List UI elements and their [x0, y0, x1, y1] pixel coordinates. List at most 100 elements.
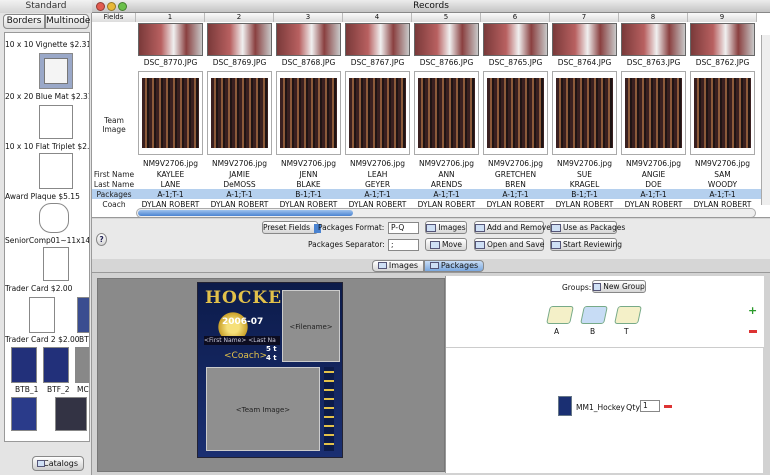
template-thumbnail[interactable]: [43, 247, 69, 281]
team-photo[interactable]: [276, 71, 341, 155]
template-thumbnail[interactable]: [29, 297, 55, 333]
player-photo[interactable]: [276, 23, 341, 56]
new-group-button[interactable]: New Group: [592, 280, 646, 293]
template-thumbnail[interactable]: [11, 347, 37, 383]
template-item[interactable]: MC: [77, 385, 89, 394]
team-photo[interactable]: [552, 71, 617, 155]
open-save-button[interactable]: Open and Save: [474, 238, 544, 251]
last-name-cell[interactable]: LANE: [136, 180, 205, 189]
first-name-cell[interactable]: KAYLEE: [136, 170, 205, 179]
first-name-cell[interactable]: JENN: [274, 170, 343, 179]
fields-header[interactable]: Fields: [92, 13, 136, 22]
template-thumbnail[interactable]: [39, 105, 73, 139]
team-photo[interactable]: [207, 71, 272, 155]
catalogs-button[interactable]: Catalogs: [32, 456, 84, 471]
template-thumbnail[interactable]: [39, 53, 73, 89]
records-grid[interactable]: Fields 123456789 Team Image First Name L…: [92, 13, 770, 218]
team-photo[interactable]: [690, 71, 755, 155]
package-thumbnail[interactable]: [558, 396, 572, 416]
column-header[interactable]: 4: [343, 13, 412, 22]
template-thumbnail[interactable]: [39, 203, 69, 233]
column-header[interactable]: 5: [412, 13, 481, 22]
close-icon[interactable]: [96, 2, 105, 11]
group-a-icon[interactable]: [546, 306, 574, 324]
last-name-cell[interactable]: WOODY: [688, 180, 757, 189]
tab-packages[interactable]: Packages: [424, 260, 484, 272]
column-header[interactable]: 7: [550, 13, 619, 22]
minimize-icon[interactable]: [107, 2, 116, 11]
column-header[interactable]: 3: [274, 13, 343, 22]
name-placeholder[interactable]: <First Name> <Last Na: [204, 336, 280, 345]
column-header[interactable]: 6: [481, 13, 550, 22]
tab-multinode[interactable]: Multinode: [45, 14, 90, 29]
coach-placeholder[interactable]: <Coach>: [224, 351, 267, 361]
remove-package-icon[interactable]: [664, 405, 672, 408]
player-photo[interactable]: [414, 23, 479, 56]
first-name-cell[interactable]: GRETCHEN: [481, 170, 550, 179]
help-button[interactable]: ?: [96, 233, 107, 246]
team-photo[interactable]: [621, 71, 686, 155]
template-thumbnail[interactable]: [39, 153, 73, 189]
template-palette[interactable]: 10 x 10 Vignette $2.31 20 x 20 Blue Mat …: [4, 32, 90, 442]
filename-placeholder[interactable]: <Filename>: [282, 290, 340, 362]
template-item[interactable]: BTB_1: [15, 385, 41, 394]
template-item[interactable]: Award Plaque $5.15: [5, 192, 89, 201]
first-name-cell[interactable]: LEAH: [343, 170, 412, 179]
last-name-cell[interactable]: GEYER: [343, 180, 412, 189]
last-name-cell[interactable]: DOE: [619, 180, 688, 189]
column-header[interactable]: 9: [688, 13, 757, 22]
last-name-cell[interactable]: DeMOSS: [205, 180, 274, 189]
template-item[interactable]: 10 x 10 Flat Triplet $2.3: [5, 142, 89, 151]
first-name-cell[interactable]: JAMIE: [205, 170, 274, 179]
add-icon[interactable]: +: [748, 305, 758, 316]
template-thumbnail[interactable]: [11, 397, 37, 431]
template-item[interactable]: 10 x 10 Vignette $2.31: [5, 40, 89, 49]
template-preview-card[interactable]: HOCKEY 2006-07 <Filename> <First Name> <…: [197, 282, 343, 458]
zoom-icon[interactable]: [118, 2, 127, 11]
player-photo[interactable]: [690, 23, 755, 56]
move-button[interactable]: Move: [425, 238, 467, 251]
player-photo[interactable]: [621, 23, 686, 56]
column-header[interactable]: 2: [205, 13, 274, 22]
group-b-icon[interactable]: [580, 306, 608, 324]
player-photo[interactable]: [138, 23, 203, 56]
player-photo[interactable]: [207, 23, 272, 56]
horizontal-scroll-thumb[interactable]: [138, 210, 353, 216]
team-photo[interactable]: [483, 71, 548, 155]
template-item[interactable]: BTF: [79, 335, 89, 344]
packages-cell[interactable]: B-1;T-1: [550, 190, 619, 199]
tab-borders[interactable]: Borders: [3, 14, 45, 29]
template-item[interactable]: SeniorComp01~11x14 $8: [5, 236, 89, 245]
first-name-cell[interactable]: ANGIE: [619, 170, 688, 179]
packages-cell[interactable]: A-1;T-1: [412, 190, 481, 199]
template-item[interactable]: Trader Card $2.00: [5, 284, 89, 293]
template-thumbnail[interactable]: [55, 397, 87, 431]
template-thumbnail[interactable]: [77, 297, 89, 333]
player-photo[interactable]: [483, 23, 548, 56]
first-name-cell[interactable]: SAM: [688, 170, 757, 179]
first-name-cell[interactable]: SUE: [550, 170, 619, 179]
first-name-cell[interactable]: ANN: [412, 170, 481, 179]
packages-cell[interactable]: A-1;T-1: [136, 190, 205, 199]
vertical-scrollbar[interactable]: [761, 35, 770, 205]
qty-field[interactable]: 1: [640, 400, 660, 412]
packages-cell[interactable]: A-1;T-1: [619, 190, 688, 199]
packages-separator-field[interactable]: ;: [388, 239, 419, 251]
team-image-placeholder[interactable]: <Team Image>: [206, 367, 320, 451]
column-header[interactable]: 8: [619, 13, 688, 22]
last-name-cell[interactable]: BLAKE: [274, 180, 343, 189]
player-photo[interactable]: [345, 23, 410, 56]
packages-cell[interactable]: A-1;T-1: [205, 190, 274, 199]
template-thumbnail[interactable]: [75, 347, 89, 383]
template-item[interactable]: Trader Card 2 $2.00: [5, 335, 89, 344]
title-bar[interactable]: Records: [92, 0, 770, 13]
last-name-cell[interactable]: BREN: [481, 180, 550, 189]
packages-format-field[interactable]: P-Q: [388, 222, 419, 234]
packages-cell[interactable]: B-1;T-1: [274, 190, 343, 199]
tab-images[interactable]: Images: [372, 260, 424, 272]
packages-cell[interactable]: A-1;T-1: [481, 190, 550, 199]
player-photo[interactable]: [552, 23, 617, 56]
template-item[interactable]: BTF_2: [47, 385, 73, 394]
packages-cell[interactable]: A-1;T-1: [688, 190, 757, 199]
group-t-icon[interactable]: [614, 306, 642, 324]
